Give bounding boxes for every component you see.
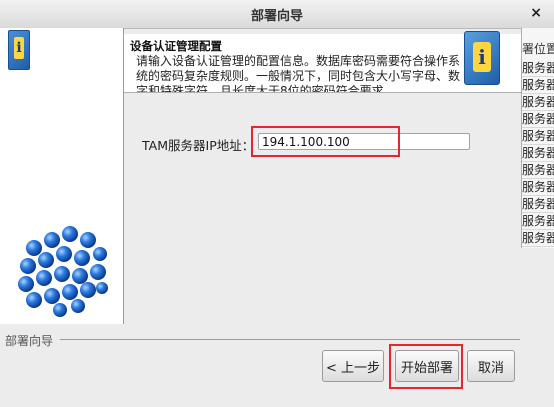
- info-icon: [464, 31, 500, 85]
- previous-button[interactable]: < 上一步: [322, 350, 384, 382]
- background-row: 服务器: [522, 111, 554, 128]
- form-area: TAM服务器IP地址：: [124, 93, 521, 324]
- background-row: 服务器: [522, 128, 554, 145]
- page-header: 设备认证管理配置 请输入设备认证管理的配置信息。数据库密码需要符合操作系统的密码…: [124, 31, 521, 98]
- highlight-box: [251, 126, 400, 157]
- background-row: 服务器: [522, 94, 554, 111]
- info-icon: [8, 30, 30, 70]
- footer-divider: [60, 339, 520, 340]
- ip-label: TAM服务器IP地址：: [142, 138, 255, 153]
- background-row: 服务器: [522, 213, 554, 230]
- background-row: 服务器: [522, 179, 554, 196]
- close-icon[interactable]: ×: [530, 5, 542, 21]
- cancel-button[interactable]: 取消: [467, 350, 515, 382]
- wizard-group-label: 部署向导: [5, 334, 54, 348]
- background-row: 服务器: [522, 162, 554, 179]
- background-window: 署位置 服务器 服务器 服务器 服务器 服务器 服务器 服务器 服务器 服务器 …: [521, 28, 554, 248]
- wizard-banner: [0, 28, 124, 324]
- background-row: 服务器: [522, 230, 554, 247]
- background-row: 服务器: [522, 196, 554, 213]
- title-bar: 部署向导 ×: [0, 0, 554, 29]
- page-heading: 设备认证管理配置: [130, 39, 222, 53]
- molecule-graphic: [18, 226, 108, 317]
- background-row: 服务器: [522, 77, 554, 94]
- start-deploy-button[interactable]: 开始部署: [395, 350, 459, 382]
- background-row: 服务器: [522, 145, 554, 162]
- background-row: 服务器: [522, 60, 554, 77]
- background-column-header: 署位置: [522, 42, 554, 56]
- window-title: 部署向导: [250, 9, 303, 24]
